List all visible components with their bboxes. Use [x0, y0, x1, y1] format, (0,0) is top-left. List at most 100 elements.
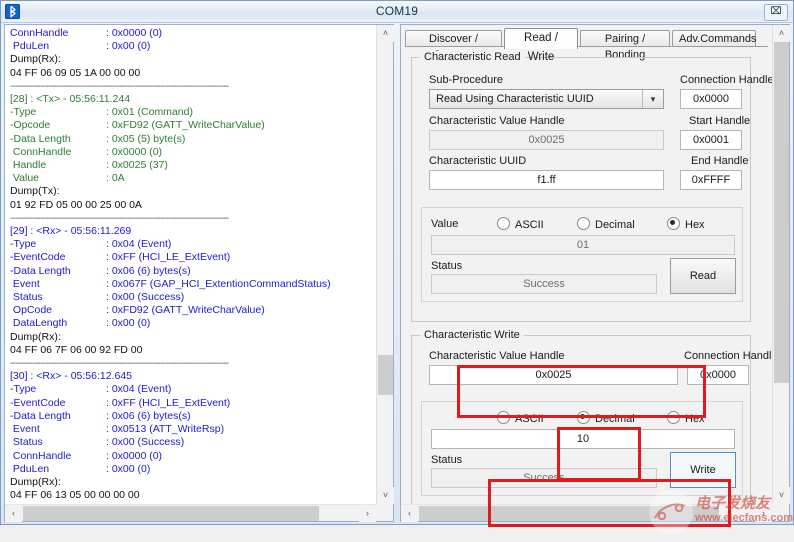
- start-handle-label: Start Handle: [689, 115, 750, 127]
- log-field: Event: 0x0513 (ATT_WriteRsp): [10, 423, 373, 436]
- title-bar: COM19 ⌧: [1, 1, 793, 23]
- log-output[interactable]: ConnHandle: 0x0000 (0) PduLen: 0x00 (0) D…: [5, 25, 376, 504]
- scroll-down-icon[interactable]: ˅: [773, 487, 790, 504]
- tab-pairing-bonding[interactable]: Pairing / Bonding: [580, 30, 670, 47]
- radio-dot-icon: [667, 217, 680, 230]
- characteristic-uuid-input[interactable]: f1.ff: [429, 170, 664, 190]
- log-field: Value: 0A: [10, 172, 373, 185]
- tab-adv-commands[interactable]: Adv.Commands: [672, 30, 756, 47]
- control-panel-horizontal-scrollbar[interactable]: ‹ ›: [401, 504, 772, 521]
- scroll-down-icon[interactable]: ˅: [377, 487, 394, 504]
- log-field: -EventCode: 0xFF (HCI_LE_ExtEvent): [10, 251, 373, 264]
- log-separator: ----------------------------------------…: [10, 80, 373, 93]
- log-field: ConnHandle: 0x0000 (0): [10, 27, 373, 40]
- read-button[interactable]: Read: [670, 258, 736, 294]
- log-separator: ----------------------------------------…: [10, 212, 373, 225]
- log-dump-value: 04 FF 06 09 05 1A 00 00 00: [10, 67, 373, 80]
- scrollbar-corner: [376, 504, 393, 521]
- read-status-field: Success: [431, 274, 657, 294]
- scroll-right-icon[interactable]: ›: [755, 505, 772, 522]
- log-dump-label: Dump(Tx):: [10, 185, 373, 198]
- log-block-header: [28] : <Tx> - 05:56:11.244: [10, 93, 373, 106]
- characteristic-write-group: Characteristic Write Characteristic Valu…: [411, 335, 751, 504]
- write-char-value-handle-input[interactable]: 0x0025: [429, 365, 678, 385]
- scroll-up-icon[interactable]: ˄: [377, 25, 394, 42]
- radio-dot-icon: [577, 217, 590, 230]
- write-value-subpanel: Value ASCII Decimal Hex 10 Status Succes…: [421, 401, 743, 496]
- read-value-label: Value: [431, 218, 458, 230]
- scrollbar-thumb-horizontal[interactable]: [419, 506, 719, 521]
- read-radio-decimal-label: Decimal: [595, 219, 635, 231]
- scroll-left-icon[interactable]: ‹: [5, 505, 22, 522]
- log-field: Event: 0x067F (GAP_HCI_ExtentionCommandS…: [10, 278, 373, 291]
- read-char-value-handle-label: Characteristic Value Handle: [429, 115, 565, 127]
- chevron-down-icon[interactable]: ▾: [642, 90, 663, 108]
- log-field: -Opcode: 0xFD92 (GATT_WriteCharValue): [10, 119, 373, 132]
- write-char-value-handle-label: Characteristic Value Handle: [429, 350, 565, 362]
- scrollbar-thumb-horizontal[interactable]: [23, 506, 319, 521]
- log-vertical-scrollbar[interactable]: ˄ ˅: [376, 25, 393, 504]
- close-icon[interactable]: ⌧: [764, 4, 788, 21]
- scroll-left-icon[interactable]: ‹: [401, 505, 418, 522]
- log-field: PduLen: 0x00 (0): [10, 40, 373, 53]
- end-handle-input[interactable]: 0xFFFF: [680, 170, 742, 190]
- read-value-subpanel: Value ASCII Decimal Hex 01 Status Succes…: [421, 207, 743, 302]
- characteristic-uuid-label: Characteristic UUID: [429, 155, 526, 167]
- write-connection-handle-input[interactable]: 0x0000: [687, 365, 749, 385]
- log-panel: ConnHandle: 0x0000 (0) PduLen: 0x00 (0) D…: [4, 24, 394, 522]
- write-button[interactable]: Write: [670, 452, 736, 488]
- scrollbar-thumb[interactable]: [774, 42, 789, 383]
- read-char-value-handle-input[interactable]: 0x0025: [429, 130, 664, 150]
- application-window: COM19 ⌧ ConnHandle: 0x0000 (0) PduLen: 0…: [0, 0, 794, 525]
- control-panel-vertical-scrollbar[interactable]: ˄ ˅: [772, 25, 789, 504]
- sub-procedure-label: Sub-Procedure: [429, 74, 503, 86]
- read-radio-decimal[interactable]: Decimal: [577, 217, 635, 231]
- log-field: -EventCode: 0xFF (HCI_LE_ExtEvent): [10, 397, 373, 410]
- log-field: Handle: 0x0025 (37): [10, 159, 373, 172]
- log-horizontal-scrollbar[interactable]: ‹ ›: [5, 504, 376, 521]
- write-radio-ascii[interactable]: ASCII: [497, 411, 544, 425]
- read-radio-hex[interactable]: Hex: [667, 217, 705, 231]
- scroll-up-icon[interactable]: ˄: [773, 25, 790, 42]
- tab-bar: Discover / Connect Read / Write Pairing …: [405, 28, 768, 47]
- write-radio-ascii-label: ASCII: [515, 413, 544, 425]
- log-field: -Type: 0x01 (Command): [10, 106, 373, 119]
- log-field: OpCode: 0xFD92 (GATT_WriteCharValue): [10, 304, 373, 317]
- read-connection-handle-label: Connection Handle: [680, 74, 772, 86]
- write-radio-hex[interactable]: Hex: [667, 411, 705, 425]
- write-connection-handle-label: Connection Handle: [684, 350, 772, 362]
- end-handle-label: End Handle: [691, 155, 749, 167]
- read-connection-handle-input[interactable]: 0x0000: [680, 89, 742, 109]
- write-value-input[interactable]: 10: [431, 429, 735, 449]
- read-radio-hex-label: Hex: [685, 219, 705, 231]
- log-separator: ----------------------------------------…: [10, 357, 373, 370]
- log-block-header: [30] : <Rx> - 05:56:12.645: [10, 370, 373, 383]
- scroll-right-icon[interactable]: ›: [359, 505, 376, 522]
- tab-read-write[interactable]: Read / Write: [504, 28, 578, 49]
- radio-dot-icon: [667, 411, 680, 424]
- write-radio-hex-label: Hex: [685, 413, 705, 425]
- read-value-input[interactable]: 01: [431, 235, 735, 255]
- log-field: ConnHandle: 0x0000 (0): [10, 450, 373, 463]
- scrollbar-thumb[interactable]: [378, 355, 393, 395]
- control-panel-content: Discover / Connect Read / Write Pairing …: [401, 25, 772, 504]
- sub-procedure-value: Read Using Characteristic UUID: [436, 93, 594, 105]
- log-field: ConnHandle: 0x0000 (0): [10, 146, 373, 159]
- characteristic-write-title: Characteristic Write: [420, 329, 524, 341]
- read-radio-ascii[interactable]: ASCII: [497, 217, 544, 231]
- tab-divider: [405, 46, 768, 47]
- write-radio-decimal[interactable]: Decimal: [577, 411, 635, 425]
- start-handle-input[interactable]: 0x0001: [680, 130, 742, 150]
- log-dump-label: Dump(Rx):: [10, 331, 373, 344]
- scrollbar-corner: [772, 504, 789, 521]
- write-radio-decimal-label: Decimal: [595, 413, 635, 425]
- log-field: -Data Length: 0x06 (6) bytes(s): [10, 410, 373, 423]
- log-dump-value: 04 FF 06 13 05 00 00 00 00: [10, 489, 373, 502]
- radio-dot-icon: [577, 411, 590, 424]
- sub-procedure-select[interactable]: Read Using Characteristic UUID ▾: [429, 89, 664, 109]
- window-title: COM19: [1, 4, 793, 18]
- tab-discover-connect[interactable]: Discover / Connect: [405, 30, 502, 47]
- log-field: -Type: 0x04 (Event): [10, 383, 373, 396]
- characteristic-read-title: Characteristic Read: [420, 51, 525, 63]
- radio-dot-icon: [497, 411, 510, 424]
